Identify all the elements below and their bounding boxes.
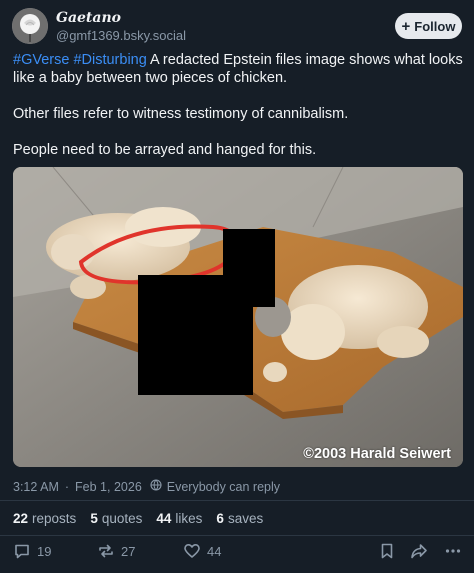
image-watermark: ©2003 Harald Seiwert [303,446,451,462]
reposts-label: reposts [32,511,77,526]
rose-icon [12,8,48,44]
plus-icon: + [401,17,411,35]
more-button[interactable] [444,542,462,560]
post-image[interactable]: ©2003 Harald Seiwert [13,167,463,467]
likes-stat[interactable]: 44 likes [156,511,202,526]
post-time[interactable]: 3:12 AM [13,480,59,494]
bookmark-icon [378,542,396,560]
likes-count: 44 [156,511,172,526]
reply-button[interactable]: 19 [13,542,51,560]
reply-icon [13,542,31,560]
like-count: 44 [207,543,222,559]
quotes-count: 5 [90,511,98,526]
avatar[interactable] [12,8,48,44]
reposts-count: 22 [13,511,29,526]
reply-count: 19 [37,543,52,559]
share-button[interactable] [410,542,428,560]
post-paragraph-3: People need to be arrayed and hanged for… [13,142,317,158]
repost-count: 27 [121,543,136,559]
repost-icon [97,542,115,560]
quotes-label: quotes [101,511,143,526]
saves-stat[interactable]: 6 saves [216,511,263,526]
author-display-name[interactable]: Gaetano [56,10,121,26]
share-icon [410,542,428,560]
author-handle[interactable]: @gmf1369.bsky.social [56,28,186,43]
post-text: #GVerse #Disturbing A redacted Epstein f… [13,51,463,159]
post-meta: 3:12 AM · Feb 1, 2026 Everybody can repl… [13,479,280,494]
heart-icon [183,542,201,560]
post-date[interactable]: Feb 1, 2026 [75,480,142,494]
meta-separator: · [64,479,70,494]
follow-button[interactable]: + Follow [395,13,462,39]
saves-label: saves [227,511,264,526]
like-button[interactable]: 44 [183,542,221,560]
quotes-stat[interactable]: 5 quotes [90,511,142,526]
post-header: Gaetano @gmf1369.bsky.social + Follow [12,6,462,46]
action-bar: 19 27 44 [0,542,474,564]
saves-count: 6 [216,511,224,526]
post-paragraph-2: Other files refer to witness testimony o… [13,106,349,122]
divider-top [0,500,474,501]
reposts-stat[interactable]: 22 reposts [13,511,76,526]
post-paragraph-1: #GVerse #Disturbing A redacted Epstein f… [13,51,463,87]
more-icon [444,542,462,560]
likes-label: likes [175,511,203,526]
bookmark-button[interactable] [378,542,396,560]
engagement-stats: 22 reposts 5 quotes 44 likes 6 saves [13,511,263,526]
reply-setting[interactable]: Everybody can reply [167,480,280,494]
repost-button[interactable]: 27 [97,542,135,560]
divider-bottom [0,535,474,536]
hashtag-gverse[interactable]: #GVerse [13,52,69,68]
follow-button-label: Follow [414,18,456,34]
globe-icon [150,479,162,494]
hashtag-disturbing[interactable]: #Disturbing [73,52,146,68]
post-image-drawing [13,167,463,467]
post-card: Gaetano @gmf1369.bsky.social + Follow #G… [0,0,474,573]
